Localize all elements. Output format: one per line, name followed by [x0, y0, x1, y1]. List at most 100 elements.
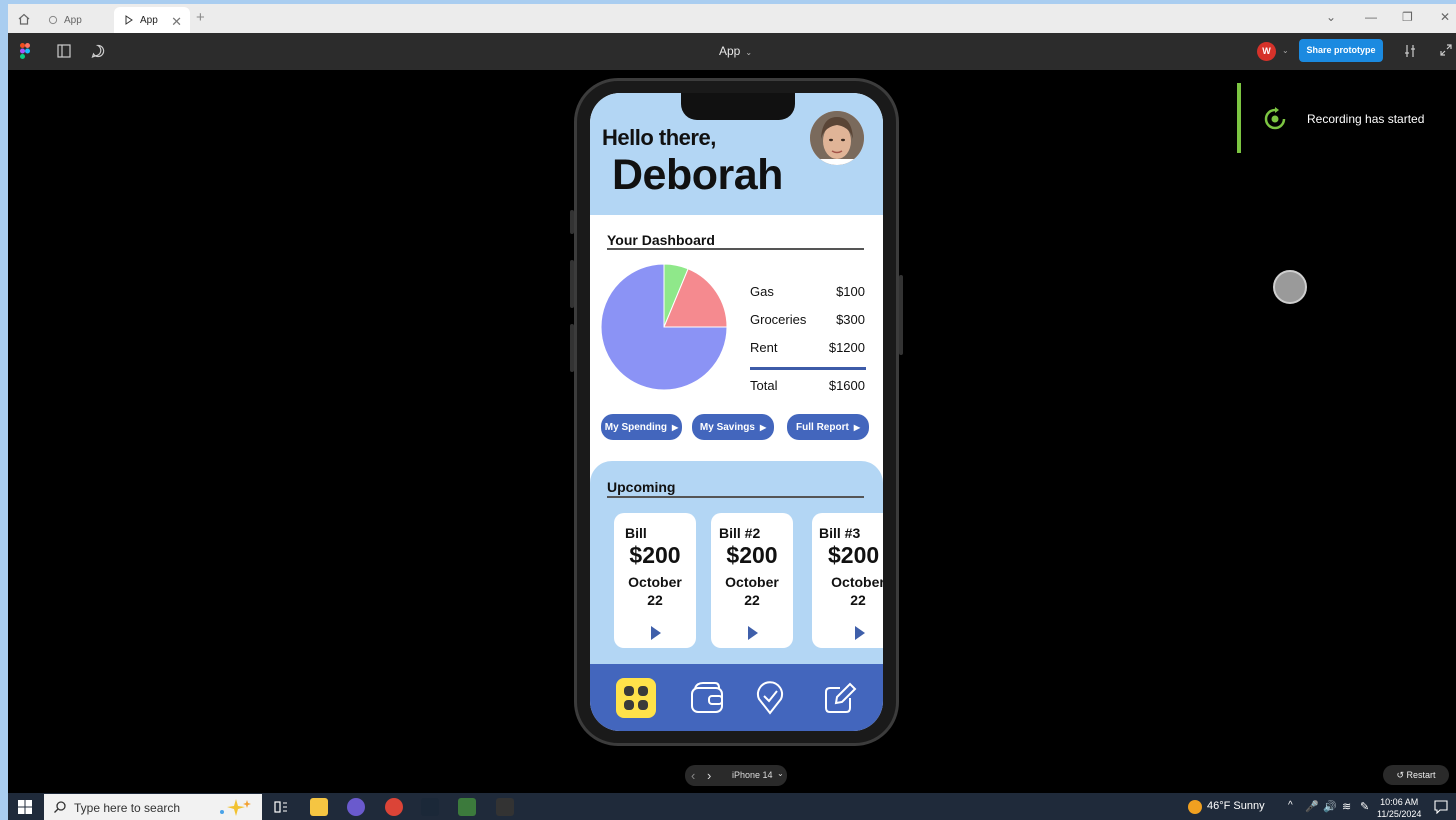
- browser-tab-bar: App App ✕ + ⌄ — ❐ ✕: [8, 4, 1456, 33]
- profile-avatar[interactable]: [810, 111, 864, 165]
- chevron-down-icon: ⌄: [777, 769, 784, 778]
- user-avatar[interactable]: W: [1257, 42, 1276, 61]
- bill-month: October: [628, 574, 682, 590]
- my-spending-button[interactable]: My Spending ▶: [601, 414, 682, 440]
- upcoming-title: Upcoming: [607, 479, 676, 495]
- button-label: Full Report: [796, 421, 849, 433]
- phone-side-button: [570, 210, 574, 234]
- toast-accent-bar: [1237, 83, 1241, 153]
- comment-icon[interactable]: [90, 43, 106, 59]
- chrome-icon[interactable]: [385, 798, 403, 816]
- prototype-icon: [48, 15, 58, 25]
- chevron-up-icon[interactable]: ^: [1288, 800, 1293, 811]
- restart-button[interactable]: ↺ Restart: [1383, 765, 1449, 785]
- sidebar-toggle-icon[interactable]: [56, 43, 72, 59]
- divider: [607, 248, 864, 250]
- dashboard-title: Your Dashboard: [607, 232, 715, 248]
- close-tab-icon[interactable]: ✕: [171, 14, 182, 30]
- spending-pie-chart: [600, 263, 728, 391]
- figma-toolbar: App ⌄ W ⌄ Share prototype: [8, 33, 1456, 70]
- file-title: App: [719, 44, 741, 58]
- bill-month: October: [831, 574, 883, 590]
- bill-title: Bill #3: [819, 525, 861, 541]
- bill-title: Bill #2: [719, 525, 761, 541]
- close-window-button[interactable]: ✕: [1440, 10, 1450, 24]
- tab-app-active[interactable]: App ✕: [114, 7, 190, 33]
- total-label: Total: [750, 378, 778, 393]
- device-selector[interactable]: ‹ › iPhone 14 ⌄: [685, 765, 787, 786]
- phone-power-button: [899, 275, 903, 355]
- next-frame-button[interactable]: ›: [707, 768, 711, 783]
- expense-label: Groceries: [750, 312, 807, 327]
- microphone-icon[interactable]: 🎤: [1305, 800, 1319, 813]
- play-icon[interactable]: [651, 626, 661, 640]
- steam-icon[interactable]: [421, 798, 439, 816]
- weather-icon: [1188, 800, 1202, 814]
- new-tab-button[interactable]: +: [196, 9, 205, 26]
- clock-time: 10:06 AM: [1380, 797, 1419, 807]
- bill-day: 22: [850, 592, 866, 608]
- bill-month: October: [725, 574, 779, 590]
- play-icon: ▶: [759, 422, 767, 432]
- file-title-menu[interactable]: App ⌄: [719, 44, 752, 58]
- expense-label: Rent: [750, 340, 778, 355]
- total-value: $1600: [828, 378, 865, 393]
- wallet-icon[interactable]: [687, 678, 727, 718]
- tab-app-inactive[interactable]: App: [40, 7, 112, 33]
- phone-side-button: [570, 324, 574, 372]
- figma-taskbar-icon[interactable]: [496, 798, 514, 816]
- notifications-icon[interactable]: [1434, 800, 1448, 814]
- phone-notch: [681, 93, 795, 120]
- play-icon: [125, 15, 133, 25]
- settings-sliders-icon[interactable]: [1402, 43, 1418, 59]
- expense-row-gas: Gas $100: [750, 284, 865, 299]
- copilot-sparkle-icon: [220, 799, 251, 816]
- bottom-nav: [590, 664, 883, 731]
- device-name: iPhone 14: [732, 770, 773, 780]
- grid-icon[interactable]: [616, 678, 656, 718]
- task-view-icon[interactable]: [272, 798, 290, 816]
- system-clock[interactable]: 10:06 AM 11/25/2024: [1377, 796, 1421, 820]
- play-icon[interactable]: [855, 626, 865, 640]
- minimize-button[interactable]: —: [1365, 10, 1377, 24]
- bill-card[interactable]: Bill #2 $200 October 22: [711, 513, 793, 648]
- windows-start-icon[interactable]: [18, 800, 32, 814]
- volume-icon[interactable]: 🔊: [1323, 800, 1337, 813]
- pen-icon[interactable]: ✎: [1360, 800, 1369, 813]
- taskbar-search-box[interactable]: Type here to search: [44, 794, 262, 820]
- my-savings-button[interactable]: My Savings ▶: [692, 414, 774, 440]
- play-icon: ▶: [672, 422, 679, 432]
- play-icon[interactable]: [748, 626, 758, 640]
- phone-side-button: [570, 260, 574, 308]
- bill-amount: $200: [828, 542, 880, 568]
- bill-card[interactable]: Bill $200 October 22: [614, 513, 696, 648]
- share-prototype-button[interactable]: Share prototype: [1299, 39, 1383, 62]
- full-report-button[interactable]: Full Report ▶: [787, 414, 869, 440]
- network-icon[interactable]: ≋: [1342, 800, 1351, 813]
- weather-text[interactable]: 46°F Sunny: [1207, 800, 1265, 812]
- greeting-text: Hello there,: [602, 125, 716, 150]
- bill-day: 22: [744, 592, 760, 608]
- divider: [607, 496, 864, 498]
- search-placeholder: Type here to search: [74, 801, 181, 815]
- bill-date: October 22: [711, 573, 793, 609]
- button-label: My Savings: [699, 421, 755, 433]
- bill-day: 22: [647, 592, 663, 608]
- play-icon: ▶: [853, 422, 860, 432]
- location-pin-icon[interactable]: [750, 678, 790, 718]
- chevron-down-icon[interactable]: ⌄: [1282, 46, 1289, 55]
- restore-button[interactable]: ❐: [1402, 10, 1413, 24]
- chevron-down-icon[interactable]: ⌄: [1326, 10, 1336, 24]
- game-app-icon[interactable]: [458, 798, 476, 816]
- figma-logo-icon[interactable]: [20, 43, 30, 59]
- bill-card[interactable]: Bill #3 $200 October 22: [812, 513, 883, 648]
- bill-amount: $200: [629, 542, 681, 568]
- file-explorer-icon[interactable]: [310, 798, 328, 816]
- discord-icon[interactable]: [347, 798, 365, 816]
- edit-icon[interactable]: [820, 678, 860, 718]
- previous-frame-button[interactable]: ‹: [691, 768, 695, 783]
- expense-value: $300: [836, 312, 865, 327]
- fullscreen-icon[interactable]: [1439, 43, 1453, 57]
- cursor-indicator: [1273, 270, 1307, 304]
- home-icon[interactable]: [16, 11, 32, 27]
